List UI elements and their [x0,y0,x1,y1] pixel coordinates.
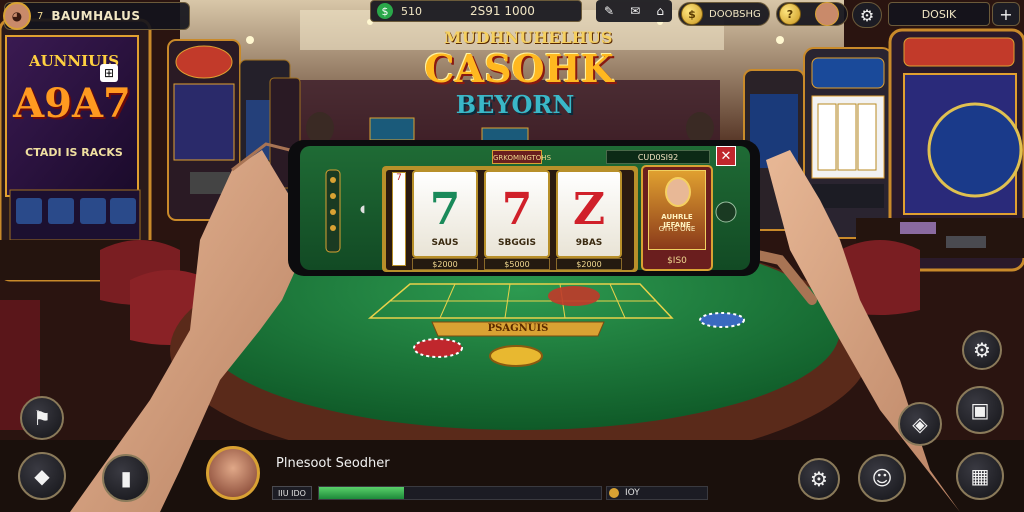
close-icon[interactable]: ✕ [716,146,736,166]
reel-bet[interactable]: $2000 [556,258,622,270]
machine-badge-icon: ⊞ [100,64,118,82]
bottom-right-box: IOY [606,486,708,500]
gift-icon[interactable]: ⌂ [656,4,664,18]
box-icon[interactable]: ◈ [898,402,942,446]
stat-bar: $ 510 2S91 1000 [370,0,582,22]
quick-icons: ✎ ✉ ⌂ [596,0,672,22]
gem-icon: $ [377,3,393,19]
reel-bet[interactable]: $5000 [484,258,550,270]
panel-label: DOSIK [921,7,957,21]
player-level: 7 [37,10,44,22]
logo-top: MUDHNUHELHUS [444,28,613,47]
bottom-player-name: Plnesoot Seodher [276,456,390,471]
bottom-avatar[interactable] [206,446,260,500]
bg-person [306,112,334,144]
gear-icon[interactable]: ⚙ [798,458,840,500]
reel-label: SAUS [431,238,459,248]
gold-balance: DOOBSHG [709,8,761,20]
character-sub: GTHS ONE [658,225,696,233]
stat-left: 510 [401,4,422,18]
stat-main: 2S91 1000 [470,4,535,18]
shield-icon[interactable]: ◆ [18,452,66,500]
character-portrait [665,177,691,207]
machine-big-text: A9A7 [13,80,131,127]
settings-icon[interactable]: ⚙ [852,2,882,28]
table-banner: PSAGNUIS [487,323,549,334]
machine-sub-text: CTADI IS RACKS [25,146,123,159]
character-value: $IS0 [667,256,687,266]
reel-bet[interactable]: $2000 [412,258,478,270]
progress-fill [319,487,404,499]
logo-main: CASOHK [424,46,614,91]
coin-icon: ? [779,3,801,25]
shop-icon[interactable]: ▣ [956,386,1004,434]
game-counter: CUD0SI92 [606,150,710,164]
gift-icon[interactable]: ⚑ [20,396,64,440]
panel-label-box[interactable]: DOSIK [888,2,990,26]
reel-2: 7 SBGGIS [484,170,550,258]
friend-avatar [815,2,839,26]
coin-icon: $ [681,3,703,25]
secondary-balance-pill[interactable]: ? [776,2,848,26]
reel-label: 9BAS [575,238,603,248]
stats-icon[interactable]: ▮ [102,454,150,502]
bottom-left-value: IIU IDO [272,486,312,500]
reel-edge: 7 [392,172,406,266]
store-icon[interactable]: ▦ [956,452,1004,500]
reel-3: Z 9BAS [556,170,622,258]
bg-person [686,112,714,144]
avatar: ◕ [3,2,31,30]
player-panel[interactable]: ◕ 7 BAUMHALUS [3,2,190,30]
character-card[interactable]: AUHRLE JEFANE GTHS ONE [648,170,706,250]
logo-sub: BEYORN [455,90,575,119]
reel-symbol: 7 [429,184,461,235]
add-button[interactable]: + [992,2,1020,26]
coin-icon [609,488,619,498]
game-header-label: GRKOMINGTOHS [492,150,551,164]
bottom-right-value: IOY [625,488,640,498]
reel-label: SBGGIS [498,238,536,248]
reel-symbol: 7 [501,184,533,235]
mail-icon[interactable]: ✉ [630,4,640,18]
gold-balance-pill[interactable]: $ DOOBSHG [678,2,770,26]
reel-symbol: Z [572,184,606,235]
reel-1: 7 SAUS [412,170,478,258]
info-icon[interactable]: ◖ [360,204,372,218]
settings-icon[interactable]: ⚙ [962,330,1002,370]
player-name: BAUMHALUS [51,9,141,23]
progress-bar [318,486,602,500]
profile-icon[interactable]: ☺ [858,454,906,502]
chat-icon[interactable]: ✎ [604,4,614,18]
